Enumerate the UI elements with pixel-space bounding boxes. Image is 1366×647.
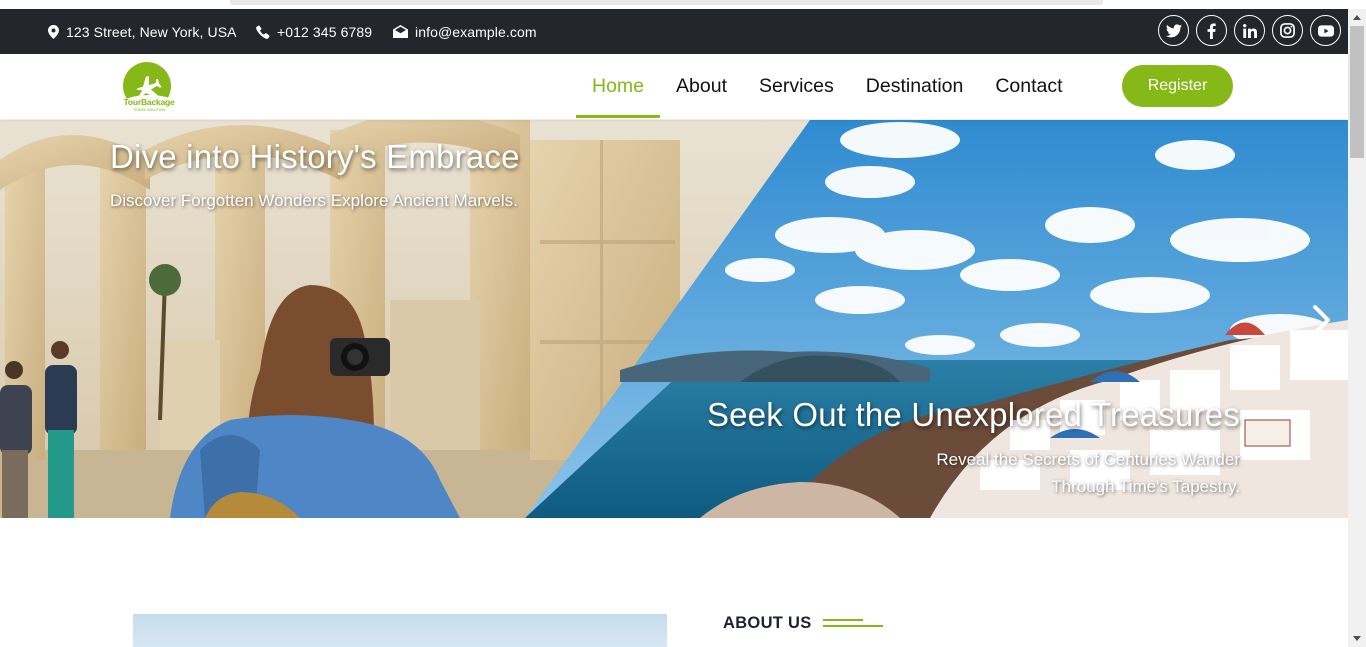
address-item: 123 Street, New York, USA	[48, 9, 237, 54]
youtube-button[interactable]	[1310, 15, 1341, 46]
envelope-open-icon	[393, 25, 408, 38]
address-text: 123 Street, New York, USA	[66, 23, 237, 40]
nav-services[interactable]: Services	[743, 54, 850, 119]
phone-icon	[256, 24, 270, 39]
map-marker-icon	[48, 24, 59, 39]
linkedin-button[interactable]	[1234, 15, 1265, 46]
about-underline-long	[823, 625, 883, 627]
logo[interactable]: TourBackage TRAVEL SOLUTION	[120, 61, 175, 113]
nav-links: Home About Services Destination Contact	[576, 54, 1079, 119]
about-label: ABOUT US	[723, 614, 812, 632]
topbar: 123 Street, New York, USA +012 345 6789 …	[0, 9, 1348, 54]
about-underline-short	[823, 619, 863, 621]
hero-title-left: Dive into History's Embrace	[110, 138, 520, 175]
nav-home[interactable]: Home	[576, 54, 661, 119]
carousel-next-button[interactable]	[1310, 303, 1334, 337]
scroll-down-arrow-icon	[1353, 636, 1361, 641]
main-navbar: TourBackage TRAVEL SOLUTION Home About S…	[0, 54, 1348, 119]
phone-text: +012 345 6789	[277, 23, 373, 40]
twitter-button[interactable]	[1158, 15, 1189, 46]
instagram-icon	[1280, 23, 1295, 38]
register-button[interactable]: Register	[1122, 65, 1233, 107]
nav-contact[interactable]: Contact	[979, 54, 1078, 119]
hero-subtitle-right: Reveal the Secrets of Centuries Wander T…	[936, 450, 1240, 496]
browser-top-edge	[0, 0, 1366, 9]
email-text: info@example.com	[415, 23, 537, 40]
scroll-up-arrow-icon	[1353, 15, 1361, 20]
scroll-up-button[interactable]	[1348, 9, 1366, 26]
scroll-thumb[interactable]	[1350, 26, 1364, 158]
nav-about[interactable]: About	[660, 54, 743, 119]
facebook-button[interactable]	[1196, 15, 1227, 46]
hero-carousel: Dive into History's Embrace Discover For…	[0, 120, 1348, 518]
hero-title-right: Seek Out the Unexplored Treasures	[706, 396, 1240, 433]
linkedin-icon	[1242, 23, 1257, 38]
chevron-right-icon	[1313, 305, 1330, 335]
youtube-icon	[1317, 24, 1334, 37]
scroll-down-button[interactable]	[1348, 630, 1366, 647]
about-image	[133, 614, 667, 647]
email-item: info@example.com	[393, 9, 537, 54]
twitter-icon	[1165, 23, 1182, 37]
phone-item: +012 345 6789	[256, 9, 372, 54]
social-links	[1158, 15, 1341, 46]
facebook-icon	[1207, 22, 1216, 39]
hero-subtitle-left: Discover Forgotten Wonders Explore Ancie…	[110, 191, 518, 210]
scrollbar[interactable]	[1348, 9, 1366, 647]
logo-subtext: TRAVEL SOLUTION	[132, 108, 166, 112]
logo-text: TourBackage	[123, 97, 175, 107]
nav-destination[interactable]: Destination	[850, 54, 980, 119]
browser-bar	[230, 0, 1103, 5]
instagram-button[interactable]	[1272, 15, 1303, 46]
